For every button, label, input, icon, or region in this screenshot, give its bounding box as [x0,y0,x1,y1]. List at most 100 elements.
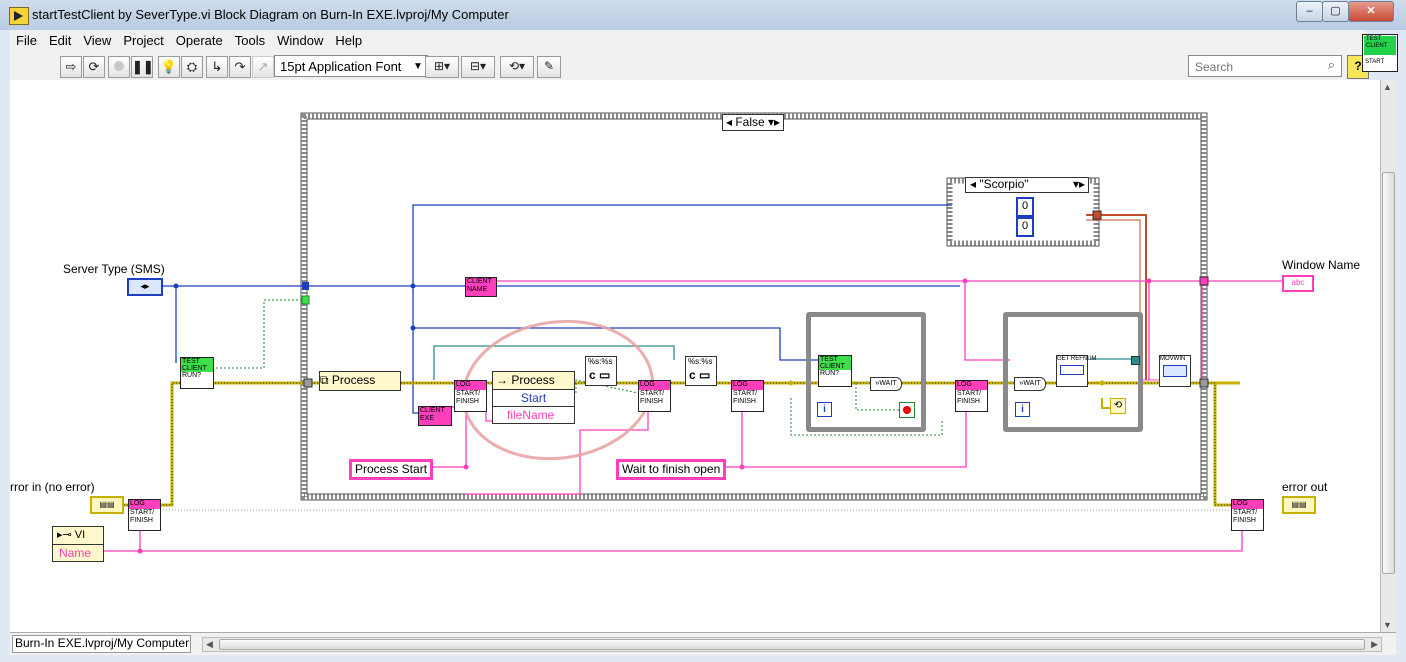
pause-icon[interactable]: ❚❚ [131,56,154,78]
minimize-button[interactable]: – [1296,1,1323,22]
format-string-node-1[interactable]: %s:%s c ▭ [585,356,617,386]
step-into-icon[interactable]: ↳ [206,56,228,78]
distribute-objects-icon[interactable]: ⊟▾ [461,56,495,78]
client-name-subvi[interactable]: CLIENT NAME [465,277,497,297]
abort-icon[interactable] [108,56,130,78]
loop-index-icon-1: i [817,402,832,417]
error-in-label: rror in (no error) [10,480,95,494]
search-icon[interactable]: ⌕ [1328,57,1335,73]
format-string-node-2[interactable]: %s:%s c ▭ [685,356,717,386]
menu-tools[interactable]: Tools [229,30,271,48]
project-path[interactable]: Burn-In EXE.lvproj/My Computer [12,635,191,653]
horizontal-scrollbar[interactable]: ◀ ▶ [202,637,1382,652]
filename-property[interactable]: fileName [493,407,574,423]
run-continuously-icon[interactable]: ⟳ [83,56,105,78]
start-method[interactable]: Start [493,390,574,407]
log-text: LOG [639,381,670,390]
toolbar: ⇨ ⟳ ❚❚ 💡 ⛭ ↳ ↷ ↗ 15pt Application Font ▼ … [10,50,1369,81]
step-over-icon[interactable]: ↷ [229,56,251,78]
client-exe-subvi[interactable]: CLIENT EXE [418,406,452,426]
numeric-constant-b[interactable]: 0 [1016,217,1034,237]
log-start-finish-subvi-5[interactable]: LOG START/ FINISH [955,380,988,412]
scroll-down-icon[interactable]: ▼ [1383,620,1392,630]
start-finish-text: START/ FINISH [640,390,665,405]
stop-condition-icon[interactable] [899,402,915,418]
vi-server-reference[interactable]: ▸⊸ VI Name [52,526,104,562]
block-diagram-canvas[interactable]: Server Type (SMS) Window Name rror in (n… [10,80,1380,632]
title-bar: startTestClient by SeverType.vi Block Di… [0,0,1406,30]
vi-name-property[interactable]: Name [53,545,103,561]
window-graphic-icon [1060,365,1084,375]
process-start-string[interactable]: Process Start [349,459,434,480]
server-type-label: Server Type (SMS) [63,262,165,276]
test-client-run-subvi-1[interactable]: TEST CLIENT RUN? [180,357,214,389]
numeric-constant-a[interactable]: 0 [1016,197,1034,217]
server-type-terminal[interactable]: ◂▸ [127,278,163,296]
enum-case-selector[interactable]: ◂ "Scorpio" ▾▸ [965,177,1089,193]
get-refnum-subvi[interactable]: GET REFNUM [1056,355,1097,387]
process-invoke-header: → Process [493,372,574,390]
close-button[interactable]: ✕ [1348,1,1394,22]
start-finish-text: START/ FINISH [130,509,155,524]
highlight-execution-icon[interactable]: 💡 [158,56,180,78]
log-start-finish-subvi-1[interactable]: LOG START/ FINISH [128,499,161,531]
log-start-finish-subvi-4[interactable]: LOG START/ FINISH [731,380,764,412]
process-invoke-node[interactable]: → Process Start fileName [492,371,575,424]
wait-to-finish-open-string[interactable]: Wait to finish open [616,459,727,480]
menu-edit[interactable]: Edit [43,30,77,48]
log-start-finish-subvi-3[interactable]: LOG START/ FINISH [638,380,671,412]
chevron-left-icon: ◂ [725,115,732,129]
log-text: LOG [129,500,160,509]
log-text: LOG [1232,500,1263,509]
step-out-icon[interactable]: ↗ [252,56,274,78]
window-name-label: Window Name [1282,258,1361,272]
window-name-terminal[interactable]: abc [1282,275,1314,292]
vertical-scroll-thumb[interactable] [1382,172,1395,574]
maximize-button[interactable]: ▢ [1322,1,1349,22]
search-input[interactable] [1193,57,1307,77]
format-c-text: c ▭ [589,368,611,382]
client-name-text: CLIENT NAME [467,278,492,293]
labview-app-icon [9,7,29,25]
menu-bar: File Edit View Project Operate Tools Window Hel… [10,30,1365,50]
process-label: Process [331,373,376,387]
reorder-icon[interactable]: ⟲▾ [500,56,534,78]
movwin-subvi[interactable]: MOVWIN [1159,355,1191,387]
menu-file[interactable]: File [10,30,43,48]
vi-icon-text: TEST CLIENT [1364,36,1396,55]
retain-wire-values-icon[interactable]: ⛭ [181,56,203,78]
scroll-left-icon[interactable]: ◀ [206,639,213,650]
clean-up-diagram-icon[interactable]: ✎ [537,56,561,78]
menu-view[interactable]: View [77,30,117,48]
font-selector[interactable]: 15pt Application Font ▼ [274,55,428,77]
scroll-up-icon[interactable]: ▲ [1383,82,1392,92]
menu-operate[interactable]: Operate [170,30,229,48]
scroll-right-icon[interactable]: ▶ [1371,639,1378,650]
menu-help[interactable]: Help [329,30,368,48]
align-objects-icon[interactable]: ⊞▾ [425,56,459,78]
font-selector-label: 15pt Application Font [280,59,402,74]
error-in-terminal[interactable]: ▤▤ [90,496,124,514]
menu-project[interactable]: Project [117,30,169,48]
search-box[interactable]: ⌕ [1188,55,1342,77]
menu-window[interactable]: Window [271,30,329,48]
window-title: startTestClient by SeverType.vi Block Di… [32,7,509,22]
horizontal-scroll-thumb[interactable] [219,639,1365,650]
start-finish-text: START/ FINISH [957,390,982,405]
get-refnum-text: GET REFNUM [1057,356,1097,362]
log-start-finish-subvi-6[interactable]: LOG START/ FINISH [1231,499,1264,531]
vertical-scrollbar[interactable]: ▲ ▼ [1380,80,1395,632]
format-code-text: %s:%s [588,357,613,366]
process-constructor-node[interactable]: ⧉ Process [319,371,401,391]
wait-node-2[interactable]: »WAIT [1014,377,1046,391]
shift-register-icon [1131,356,1140,365]
vi-icon[interactable]: TEST CLIENT START [1362,34,1398,72]
wait-node-1[interactable]: »WAIT [870,377,902,391]
error-out-label: error out [1282,480,1328,494]
chevron-down-icon: ▾▸ [1072,177,1085,191]
case-selector[interactable]: ◂ False ▾▸ [722,114,784,131]
run-arrow-icon[interactable]: ⇨ [60,56,82,78]
feedback-node-icon[interactable]: ⟲ [1110,398,1126,414]
log-start-finish-subvi-2[interactable]: LOG START/ FINISH [454,380,487,412]
error-out-terminal[interactable]: ▤▤ [1282,496,1316,514]
